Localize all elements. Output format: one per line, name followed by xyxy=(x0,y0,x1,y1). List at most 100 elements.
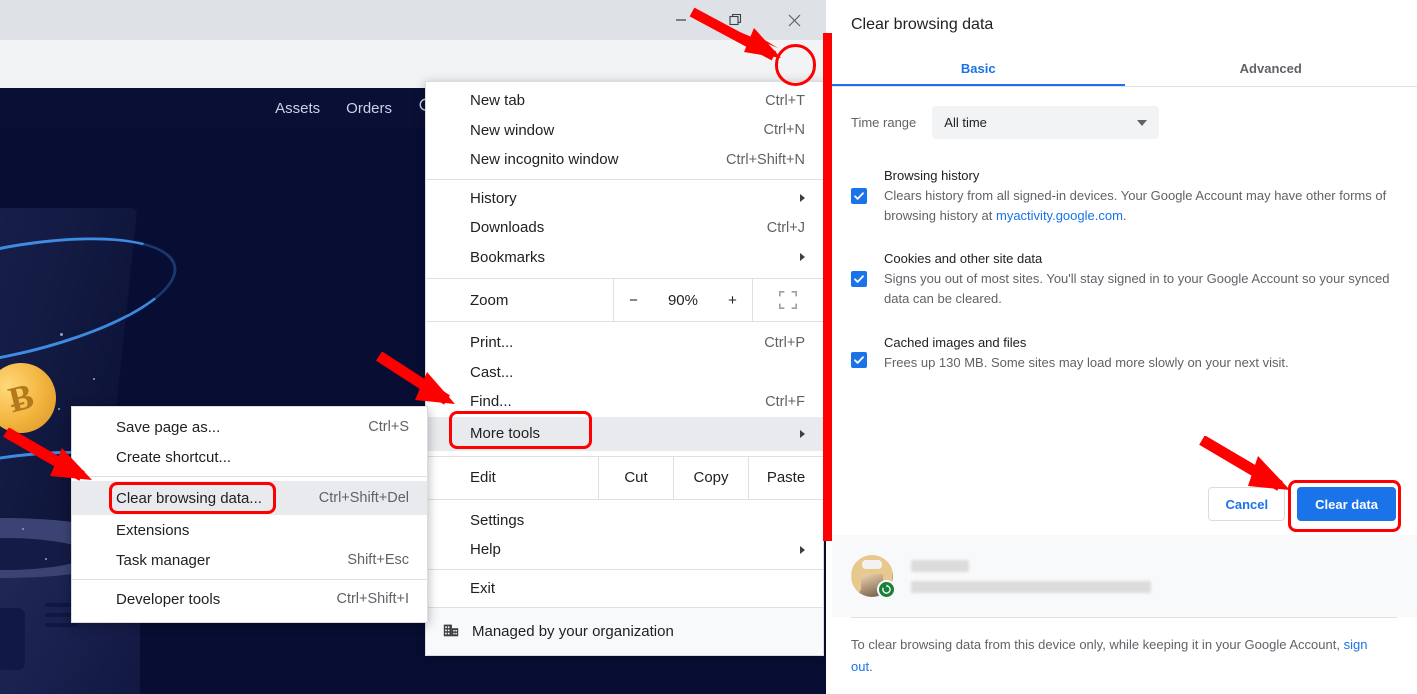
chevron-right-icon xyxy=(800,253,805,262)
menu-item-shortcut: Ctrl+Shift+Del xyxy=(318,490,409,506)
account-avatar xyxy=(851,555,896,599)
zoom-out-button[interactable]: − xyxy=(629,292,638,309)
edit-copy-button[interactable]: Copy xyxy=(673,456,748,499)
checkbox-title: Cookies and other site data xyxy=(884,251,1043,266)
menu-item-label: Settings xyxy=(470,511,525,529)
cancel-button[interactable]: Cancel xyxy=(1208,487,1286,521)
menu-item-print[interactable]: Print... Ctrl+P xyxy=(426,328,823,358)
menu-item-label: New tab xyxy=(470,92,526,110)
site-nav-orders[interactable]: Orders xyxy=(346,100,392,117)
decorative-star xyxy=(60,333,63,336)
menu-separator xyxy=(72,579,427,580)
menu-item-shortcut: Ctrl+P xyxy=(764,334,805,351)
checkbox-checked-icon[interactable] xyxy=(851,352,867,368)
menu-item-label: Developer tools xyxy=(116,590,221,608)
submenu-item-clear-browsing-data[interactable]: Clear browsing data... Ctrl+Shift+Del xyxy=(72,481,427,515)
menu-item-managed-by-organization[interactable]: Managed by your organization xyxy=(426,607,823,655)
checkbox-checked-icon[interactable] xyxy=(851,188,867,204)
checkbox-description: Signs you out of most sites. You'll stay… xyxy=(884,271,1390,306)
footer-text-after: . xyxy=(869,659,873,674)
decorative-star xyxy=(58,408,60,410)
tab-advanced[interactable]: Advanced xyxy=(1125,50,1417,86)
menu-item-label: Save page as... xyxy=(116,418,221,436)
decorative-star xyxy=(45,558,47,560)
menu-item-find[interactable]: Find... Ctrl+F xyxy=(426,387,823,417)
submenu-item-create-shortcut[interactable]: Create shortcut... xyxy=(72,442,427,472)
menu-item-label: More tools xyxy=(470,425,541,442)
tab-basic[interactable]: Basic xyxy=(832,50,1125,86)
checkbox-row-browsing-history[interactable]: Browsing history Clears history from all… xyxy=(851,166,1396,226)
sync-badge-icon xyxy=(877,580,896,599)
edit-label: Edit xyxy=(470,469,496,486)
edit-paste-button[interactable]: Paste xyxy=(748,456,823,499)
decorative-star xyxy=(93,378,95,380)
submenu-item-task-manager[interactable]: Task manager Shift+Esc xyxy=(72,545,427,575)
checkbox-title: Cached images and files xyxy=(884,335,1027,350)
menu-item-label: Find... xyxy=(470,393,512,411)
myactivity-link[interactable]: myactivity.google.com xyxy=(996,208,1123,223)
menu-item-settings[interactable]: Settings xyxy=(426,506,823,536)
account-divider xyxy=(851,617,1397,618)
menu-item-new-window[interactable]: New window Ctrl+N xyxy=(426,116,823,146)
minimize-icon[interactable] xyxy=(658,0,704,40)
menu-item-help[interactable]: Help xyxy=(426,535,823,565)
menu-item-history[interactable]: History xyxy=(426,184,823,214)
menu-separator xyxy=(426,178,823,180)
menu-item-shortcut: Ctrl+T xyxy=(765,92,805,109)
menu-item-label: Clear browsing data... xyxy=(116,489,262,507)
organization-building-icon xyxy=(442,621,460,643)
menu-item-label: History xyxy=(470,189,517,207)
menu-item-downloads[interactable]: Downloads Ctrl+J xyxy=(426,213,823,243)
chrome-main-menu: New tab Ctrl+T New window Ctrl+N New inc… xyxy=(425,81,824,656)
submenu-item-developer-tools[interactable]: Developer tools Ctrl+Shift+I xyxy=(72,584,427,614)
checkbox-title: Browsing history xyxy=(884,168,980,183)
menu-item-shortcut: Ctrl+F xyxy=(765,393,805,410)
chevron-right-icon xyxy=(800,545,805,554)
checkbox-description: Clears history from all signed-in device… xyxy=(884,186,1396,226)
checkbox-checked-icon[interactable] xyxy=(851,271,867,287)
close-icon[interactable] xyxy=(771,0,817,40)
submenu-item-save-page-as[interactable]: Save page as... Ctrl+S xyxy=(72,412,427,442)
menu-item-label: Print... xyxy=(470,334,514,352)
menu-item-exit[interactable]: Exit xyxy=(426,574,823,604)
menu-item-cast[interactable]: Cast... xyxy=(426,358,823,388)
checkbox-row-cached-images[interactable]: Cached images and files Frees up 130 MB.… xyxy=(851,333,1396,373)
menu-item-label: Help xyxy=(470,541,501,559)
dialog-tabs: Basic Advanced xyxy=(832,50,1417,87)
menu-item-new-tab[interactable]: New tab Ctrl+T xyxy=(426,86,823,116)
menu-item-new-incognito-window[interactable]: New incognito window Ctrl+Shift+N xyxy=(426,145,823,175)
checkbox-row-cookies[interactable]: Cookies and other site data Signs you ou… xyxy=(851,249,1396,309)
checkbox-description: Frees up 130 MB. Some sites may load mor… xyxy=(884,355,1289,370)
menu-item-label: Cast... xyxy=(470,363,514,381)
chevron-down-icon xyxy=(1137,119,1148,126)
menu-item-label: Extensions xyxy=(116,521,190,539)
clear-data-button[interactable]: Clear data xyxy=(1297,487,1396,521)
menu-item-more-tools[interactable]: More tools xyxy=(426,416,823,451)
browser-window: en 英 V xyxy=(0,0,826,694)
fullscreen-icon[interactable] xyxy=(753,279,823,321)
menu-item-label: Create shortcut... xyxy=(116,448,232,466)
menu-item-label: New incognito window xyxy=(470,151,619,169)
menu-item-shortcut: Ctrl+Shift+N xyxy=(726,151,805,168)
edit-cut-button[interactable]: Cut xyxy=(598,456,673,499)
submenu-item-extensions[interactable]: Extensions xyxy=(72,515,427,545)
window-title-bar xyxy=(0,0,826,40)
time-range-label: Time range xyxy=(851,115,917,130)
account-strip xyxy=(832,535,1417,617)
menu-item-shortcut: Ctrl+Shift+I xyxy=(336,591,409,607)
chevron-right-icon xyxy=(800,194,805,203)
dialog-footer-text: To clear browsing data from this device … xyxy=(851,634,1381,678)
menu-zoom-row: Zoom − 90% + xyxy=(426,278,823,322)
avatar-bow xyxy=(862,560,882,569)
site-nav-assets[interactable]: Assets xyxy=(275,100,320,117)
zoom-in-button[interactable]: + xyxy=(728,292,737,309)
zoom-label: Zoom xyxy=(470,291,509,309)
menu-separator xyxy=(426,568,823,570)
account-email-redacted xyxy=(911,580,1151,593)
restore-icon[interactable] xyxy=(713,0,759,40)
time-range-select[interactable]: All time xyxy=(932,106,1160,139)
account-name-redacted xyxy=(911,559,969,572)
desc-suffix: . xyxy=(1122,208,1127,223)
menu-item-bookmarks[interactable]: Bookmarks xyxy=(426,243,823,273)
menu-item-shortcut: Ctrl+N xyxy=(763,122,806,139)
